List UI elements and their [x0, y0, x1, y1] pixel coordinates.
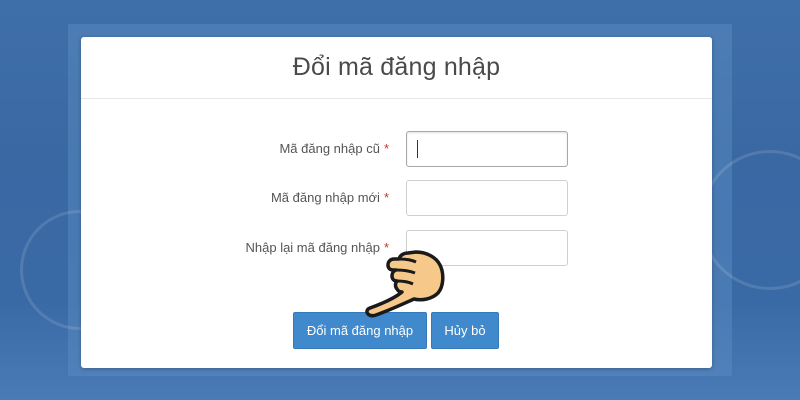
dialog-title: Đổi mã đăng nhập: [292, 53, 501, 81]
required-mark: *: [383, 141, 389, 156]
new-code-input[interactable]: [406, 180, 568, 216]
required-mark: *: [383, 190, 389, 205]
text-caret: [417, 140, 418, 158]
pointing-hand-icon: [365, 250, 445, 318]
old-code-label: Mã đăng nhập cũ *: [279, 141, 389, 156]
old-code-label-text: Mã đăng nhập cũ: [279, 141, 380, 156]
old-code-input[interactable]: [406, 131, 568, 167]
dialog-header: Đổi mã đăng nhập: [81, 37, 712, 99]
old-code-row: Mã đăng nhập cũ *: [81, 131, 712, 167]
new-code-label: Mã đăng nhập mới *: [271, 190, 389, 205]
new-code-row: Mã đăng nhập mới *: [81, 180, 712, 216]
new-code-label-text: Mã đăng nhập mới: [270, 190, 380, 205]
